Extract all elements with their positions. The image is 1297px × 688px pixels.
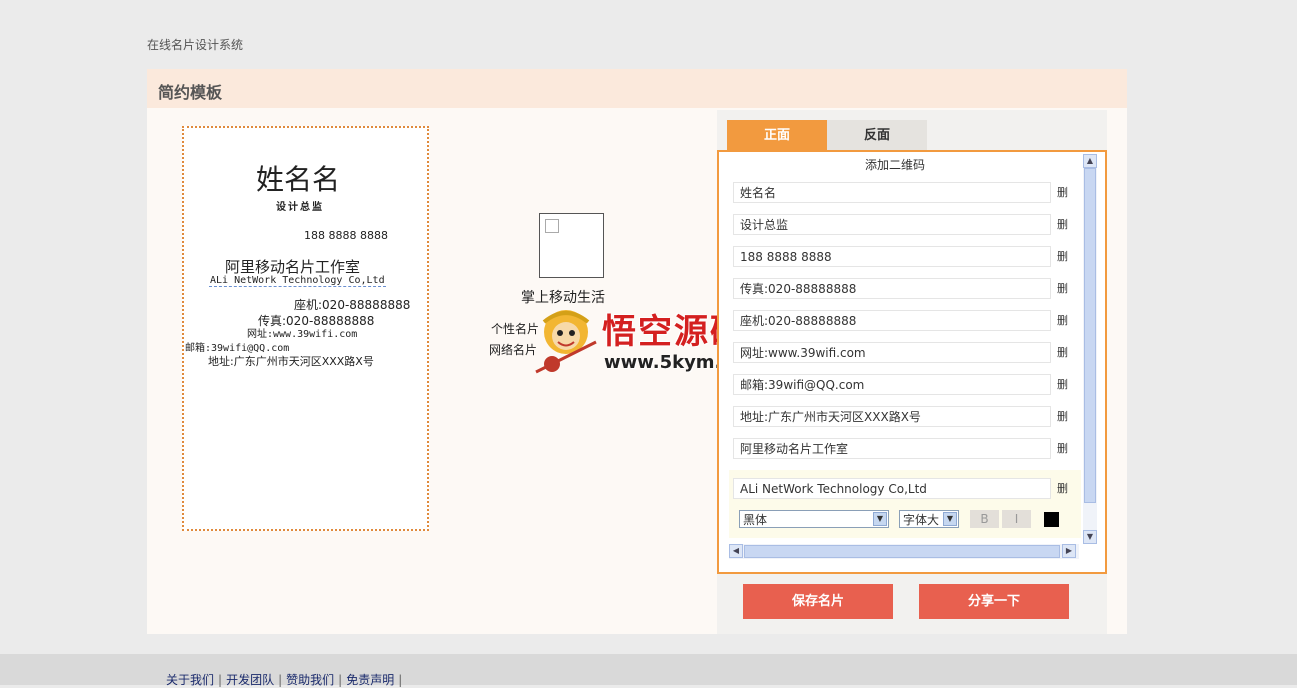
text-color-picker[interactable] xyxy=(1044,512,1059,527)
panel-header: 简约模板 xyxy=(147,69,1127,108)
delete-icon[interactable]: 删 xyxy=(1057,314,1071,328)
qr-code-image xyxy=(539,213,604,278)
horizontal-scroll-thumb[interactable] xyxy=(744,545,1060,558)
delete-icon[interactable]: 删 xyxy=(1057,410,1071,424)
font-family-value: 黑体 xyxy=(743,513,768,527)
font-size-select[interactable]: 字体大 ▼ xyxy=(899,510,959,528)
scroll-up-icon[interactable]: ▲ xyxy=(1083,154,1097,168)
field-row-name: 姓名名 删 xyxy=(733,182,1073,205)
editor-fields-box: 添加二维码 姓名名 删 设计总监 删 188 8888 8888 删 传真:02… xyxy=(717,150,1107,574)
field-fax-input[interactable]: 传真:020-88888888 xyxy=(733,278,1051,299)
card-name[interactable]: 姓名名 xyxy=(256,158,340,198)
field-row-company-en: ALi NetWork Technology Co,Ltd 删 xyxy=(733,478,1073,501)
field-row-website: 网址:www.39wifi.com 删 xyxy=(733,342,1073,365)
monkey-logo-icon xyxy=(535,310,597,374)
delete-icon[interactable]: 删 xyxy=(1057,218,1071,232)
template-panel: 简约模板 姓名名 设计总监 188 8888 8888 阿里移动名片工作室 AL… xyxy=(147,69,1127,634)
field-row-company: 阿里移动名片工作室 删 xyxy=(733,438,1073,461)
italic-button[interactable]: I xyxy=(1002,510,1031,528)
delete-icon[interactable]: 删 xyxy=(1057,442,1071,456)
back-line-2: 网络名片 xyxy=(489,343,538,357)
scroll-right-icon[interactable]: ▶ xyxy=(1062,544,1076,558)
card-company[interactable]: 阿里移动名片工作室 xyxy=(225,256,360,277)
chevron-down-icon: ▼ xyxy=(943,512,957,526)
footer-links: 关于我们 | 开发团队 | 赞助我们 | 免责声明 | xyxy=(166,671,406,688)
font-family-select[interactable]: 黑体 ▼ xyxy=(739,510,889,528)
field-title-input[interactable]: 设计总监 xyxy=(733,214,1051,235)
chevron-down-icon: ▼ xyxy=(873,512,887,526)
field-row-fax: 传真:020-88888888 删 xyxy=(733,278,1073,301)
field-email-input[interactable]: 邮箱:39wifi@QQ.com xyxy=(733,374,1051,395)
field-company-en-input[interactable]: ALi NetWork Technology Co,Ltd xyxy=(733,478,1051,499)
delete-icon[interactable]: 删 xyxy=(1057,482,1071,496)
footer: 关于我们 | 开发团队 | 赞助我们 | 免责声明 | xyxy=(0,654,1297,688)
card-email[interactable]: 邮箱:39wifi@QQ.com xyxy=(185,339,289,354)
scroll-down-icon[interactable]: ▼ xyxy=(1083,530,1097,544)
selected-field-style-area: ALi NetWork Technology Co,Ltd 删 黑体 ▼ 字体大… xyxy=(729,470,1081,538)
field-company-input[interactable]: 阿里移动名片工作室 xyxy=(733,438,1051,459)
bold-button[interactable]: B xyxy=(970,510,999,528)
site-title: 在线名片设计系统 xyxy=(147,38,244,52)
field-name-input[interactable]: 姓名名 xyxy=(733,182,1051,203)
field-website-input[interactable]: 网址:www.39wifi.com xyxy=(733,342,1051,363)
font-size-value: 字体大 xyxy=(903,513,940,527)
share-button[interactable]: 分享一下 xyxy=(919,584,1069,619)
vertical-scrollbar[interactable]: ▲ ▼ xyxy=(1083,154,1097,544)
card-mobile[interactable]: 188 8888 8888 xyxy=(304,229,388,242)
field-phone-input[interactable]: 座机:020-88888888 xyxy=(733,310,1051,331)
vertical-scroll-thumb[interactable] xyxy=(1084,168,1096,503)
card-address[interactable]: 地址:广东广州市天河区XXX路X号 xyxy=(208,353,374,369)
card-phone[interactable]: 座机:020-88888888 xyxy=(294,296,410,313)
editor-panel: 正面 反面 添加二维码 姓名名 删 设计总监 删 188 8888 8888 删… xyxy=(717,110,1107,634)
field-row-phone: 座机:020-88888888 删 xyxy=(733,310,1073,333)
tab-front[interactable]: 正面 xyxy=(727,120,827,151)
field-mobile-input[interactable]: 188 8888 8888 xyxy=(733,246,1051,267)
panel-title: 简约模板 xyxy=(158,83,223,102)
card-website[interactable]: 网址:www.39wifi.com xyxy=(247,325,357,340)
field-row-address: 地址:广东广州市天河区XXX路X号 删 xyxy=(733,406,1073,429)
card-job-title[interactable]: 设计总监 xyxy=(276,198,324,213)
scroll-left-icon[interactable]: ◀ xyxy=(729,544,743,558)
card-front-preview[interactable]: 姓名名 设计总监 188 8888 8888 阿里移动名片工作室 ALi Net… xyxy=(182,126,429,531)
add-qr-code-link[interactable]: 添加二维码 xyxy=(865,156,925,173)
card-company-en[interactable]: ALi NetWork Technology Co,Ltd xyxy=(209,275,386,287)
tab-back[interactable]: 反面 xyxy=(827,120,927,151)
delete-icon[interactable]: 删 xyxy=(1057,346,1071,360)
delete-icon[interactable]: 删 xyxy=(1057,378,1071,392)
delete-icon[interactable]: 删 xyxy=(1057,186,1071,200)
horizontal-scrollbar[interactable]: ◀ ▶ xyxy=(729,544,1079,559)
field-address-input[interactable]: 地址:广东广州市天河区XXX路X号 xyxy=(733,406,1051,427)
delete-icon[interactable]: 删 xyxy=(1057,250,1071,264)
save-card-button[interactable]: 保存名片 xyxy=(743,584,893,619)
broken-image-icon xyxy=(545,219,559,233)
field-row-title: 设计总监 删 xyxy=(733,214,1073,237)
delete-icon[interactable]: 删 xyxy=(1057,282,1071,296)
field-row-email: 邮箱:39wifi@QQ.com 删 xyxy=(733,374,1073,397)
field-row-mobile: 188 8888 8888 删 xyxy=(733,246,1073,269)
